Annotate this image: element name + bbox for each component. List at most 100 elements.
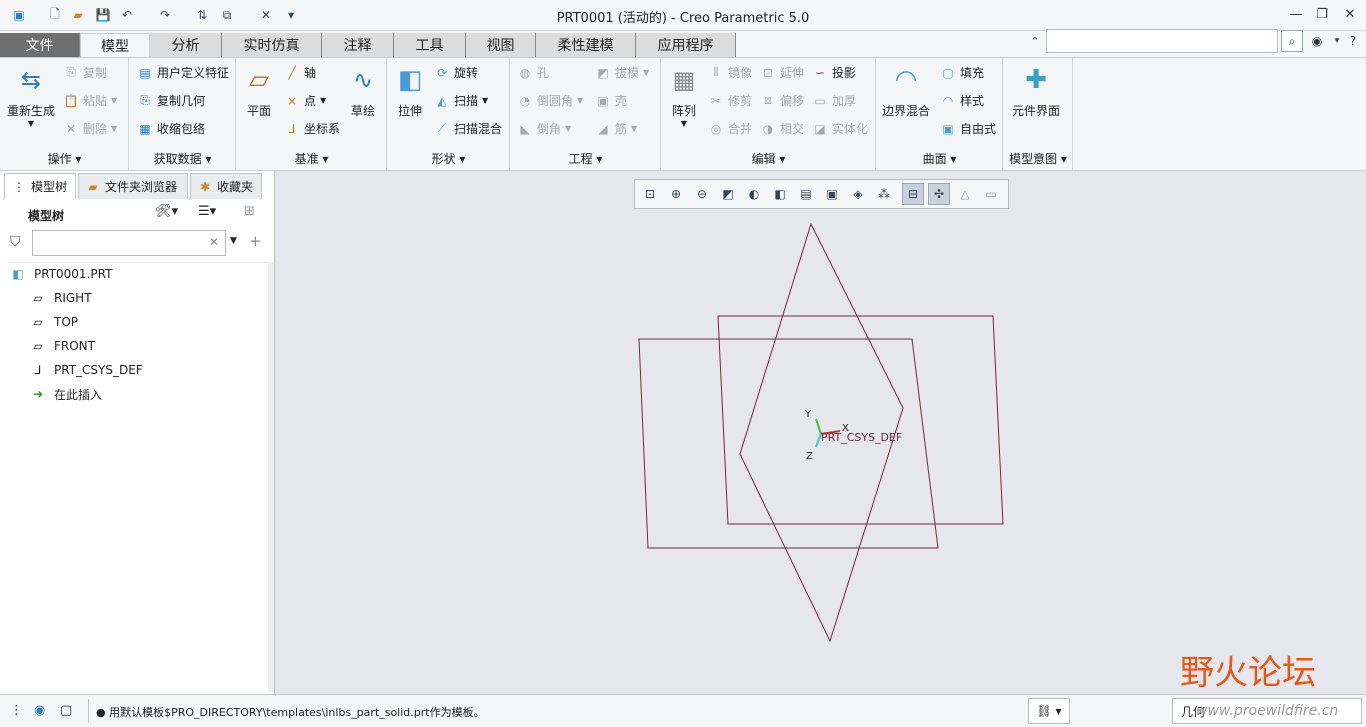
tree-item-label: 在此插入 (54, 387, 103, 402)
extend-button[interactable]: ⊡ 延伸 (760, 64, 804, 81)
style-button[interactable]: ◠ 样式 (940, 92, 984, 109)
draft-button[interactable]: ◩ 拔模 ▼ (595, 64, 649, 81)
sweep-button[interactable]: ◭ 扫描 ▼ (434, 92, 488, 109)
group-label-editing[interactable]: 编辑 ▾ (661, 150, 876, 166)
regenerate-button[interactable]: ⇆ 重新生成 ▼ (7, 64, 55, 128)
project-button[interactable]: ∽ 投影 (812, 64, 856, 81)
copy-button[interactable]: ⎘ 复制 (63, 64, 107, 81)
tree-item[interactable]: ▱ RIGHT (30, 288, 92, 308)
boundary-blend-label: 边界混合 (882, 104, 931, 118)
community-icon[interactable]: ◉ (1306, 30, 1328, 52)
tree-search-input[interactable] (32, 230, 226, 256)
style-label: 样式 (960, 94, 985, 108)
show-icon[interactable]: ☰▾ (198, 204, 216, 219)
round-icon: ◔ (519, 93, 531, 108)
regenerate-icon: ⇆ (20, 66, 42, 94)
tab-flexible-modeling[interactable]: 柔性建模 (536, 33, 636, 57)
tab-model[interactable]: 模型 (80, 33, 150, 58)
minimize-ribbon-icon[interactable]: ⌃ (1024, 30, 1046, 52)
fill-button[interactable]: ▢ 填充 (940, 64, 984, 81)
component-interface-button[interactable]: ✚ 元件界面 (1012, 64, 1060, 119)
plane-button[interactable]: ▱ 平面 (243, 64, 275, 119)
tab-view[interactable]: 视图 (466, 33, 536, 57)
tab-model-tree[interactable]: ⋮ 模型树 (4, 173, 76, 199)
tree-scrollbar[interactable] (268, 262, 274, 692)
restore-button[interactable]: ❐ (1310, 4, 1334, 24)
minimize-button[interactable]: — (1284, 4, 1308, 24)
merge-button[interactable]: ◎ 合并 (708, 120, 752, 137)
group-label-datum[interactable]: 基准 ▾ (236, 150, 387, 166)
tab-favorites[interactable]: ✱ 收藏夹 (190, 173, 262, 199)
filter-options-icon[interactable]: ⊞ (244, 204, 255, 219)
tab-file[interactable]: 文件 (0, 33, 80, 57)
extrude-button[interactable]: ◧ 拉伸 (394, 64, 426, 119)
group-label-surfaces[interactable]: 曲面 ▾ (876, 150, 1003, 166)
group-label-model-intent[interactable]: 模型意图 ▾ (1003, 150, 1073, 166)
extend-icon: ⊡ (762, 65, 774, 80)
mirror-button[interactable]: ⫴ 镜像 (708, 64, 752, 81)
chevron-down-icon[interactable]: ▼ (230, 236, 237, 246)
boundary-blend-button[interactable]: ◠ 边界混合 (882, 64, 930, 119)
csys-icon: ⅃ (34, 363, 42, 377)
paste-button[interactable]: 📋 粘贴 ▼ (63, 92, 118, 109)
offset-icon: ⧈ (764, 93, 772, 107)
group-label-operations[interactable]: 操作 ▾ (0, 150, 129, 166)
tree-item[interactable]: ◧ PRT0001.PRT (10, 264, 112, 284)
chamfer-button[interactable]: ◣ 倒角 ▼ (517, 120, 571, 137)
offset-button[interactable]: ⧈ 偏移 (760, 92, 804, 109)
csys-button[interactable]: ⅃ 坐标系 (284, 120, 340, 137)
intersect-button[interactable]: ◑ 相交 (760, 120, 804, 137)
divider (88, 699, 89, 723)
swept-blend-button[interactable]: ⟋ 扫描混合 (434, 120, 502, 137)
tab-applications[interactable]: 应用程序 (636, 33, 736, 57)
tab-tools[interactable]: 工具 (394, 33, 466, 57)
udf-button[interactable]: ▤ 用户定义特征 (137, 64, 229, 81)
tab-folder-browser[interactable]: ▰ 文件夹浏览器 (78, 173, 188, 199)
pattern-button[interactable]: ▦ 阵列 ▼ (668, 64, 700, 128)
point-button[interactable]: × 点 ▼ (284, 92, 326, 109)
settings-icon[interactable]: 🛠▾ (155, 204, 178, 219)
search-input[interactable] (1046, 29, 1278, 53)
tree-item[interactable]: ➔ 在此插入 (30, 384, 102, 404)
tab-simulation[interactable]: 实时仿真 (222, 33, 322, 57)
boundary-blend-icon: ◠ (894, 65, 918, 95)
solidify-button[interactable]: ◪ 实体化 (812, 120, 868, 137)
axis-button[interactable]: ╱ 轴 (284, 64, 316, 81)
fullscreen-icon[interactable]: ▢ (60, 703, 72, 718)
fill-label: 填充 (960, 66, 985, 80)
revolve-button[interactable]: ⟳ 旋转 (434, 64, 478, 81)
tree-item[interactable]: ▱ FRONT (30, 336, 95, 356)
clear-icon[interactable]: ✕ (209, 235, 219, 249)
copy-geometry-button[interactable]: ⎘ 复制几何 (137, 92, 205, 109)
freestyle-button[interactable]: ▣ 自由式 (940, 120, 996, 137)
tab-annotate[interactable]: 注释 (322, 33, 394, 57)
help-icon[interactable]: ? (1342, 30, 1364, 52)
sketch-button[interactable]: ∿ 草绘 (347, 64, 379, 119)
rib-button[interactable]: ◢ 筋 ▼ (595, 120, 637, 137)
browser-toggle-icon[interactable]: ◉ (34, 703, 45, 718)
round-button[interactable]: ◔ 倒圆角 ▼ (517, 92, 583, 109)
tree-item-label: RIGHT (54, 291, 92, 305)
sweep-label: 扫描 (454, 94, 479, 108)
datum-plane-top (717, 315, 1004, 525)
delete-button[interactable]: ✕ 删除 ▼ (63, 120, 117, 137)
filter-icon[interactable]: ⛉ (10, 234, 21, 250)
extend-label: 延伸 (780, 66, 805, 80)
group-label-get-data[interactable]: 获取数据 ▾ (129, 150, 236, 166)
tree-item[interactable]: ⅃ PRT_CSYS_DEF (30, 360, 143, 380)
shrinkwrap-button[interactable]: ▦ 收缩包络 (137, 120, 205, 137)
close-button[interactable]: ✕ (1338, 4, 1362, 24)
shell-button[interactable]: ▣ 壳 (595, 92, 627, 109)
thicken-button[interactable]: ▭ 加厚 (812, 92, 856, 109)
tab-analysis[interactable]: 分析 (150, 33, 222, 57)
group-label-engineering[interactable]: 工程 ▾ (510, 150, 661, 166)
find-button[interactable]: ⛓ ▾ (1028, 698, 1070, 724)
tree-toggle-icon[interactable]: ⋮ (10, 703, 23, 718)
tree-item[interactable]: ▱ TOP (30, 312, 78, 332)
group-label-shapes[interactable]: 形状 ▾ (387, 150, 510, 166)
add-icon[interactable]: + (249, 232, 262, 250)
hole-button[interactable]: ◍ 孔 (517, 64, 549, 81)
trim-button[interactable]: ✂ 修剪 (708, 92, 752, 109)
search-icon[interactable]: ⌕ (1281, 30, 1303, 52)
csys-icon: ⅃ (288, 121, 296, 136)
